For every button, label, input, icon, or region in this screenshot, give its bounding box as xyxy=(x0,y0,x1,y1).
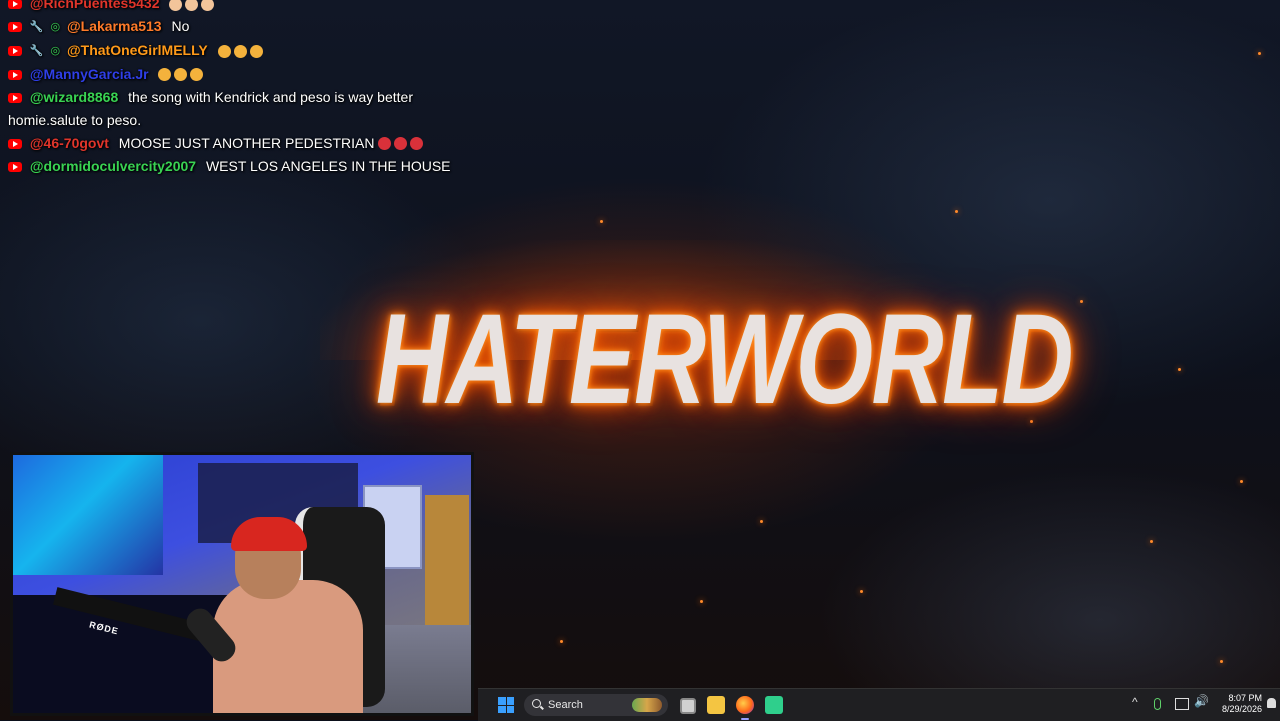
chat-text: MOOSE JUST ANOTHER PEDESTRIAN xyxy=(118,134,375,151)
chat-message: @wizard8868 the song with Kendrick and p… xyxy=(8,86,478,132)
taskbar-clock[interactable]: 8:07 PM 8/29/2026 xyxy=(1212,693,1262,715)
youtube-icon xyxy=(8,46,22,57)
graffiti-wall xyxy=(13,455,163,575)
chat-username: @MannyGarcia.Jr xyxy=(29,65,149,82)
chat-text: WEST LOS ANGELES IN THE HOUSE xyxy=(205,157,451,174)
chat-username: @Lakarma513 xyxy=(66,18,162,34)
emoji-icon xyxy=(233,44,247,58)
youtube-icon xyxy=(8,22,22,33)
emoji-icon xyxy=(190,68,204,82)
file-explorer-icon[interactable] xyxy=(707,696,725,714)
chat-message: 🔧 ◎ @Lakarma513 No xyxy=(8,15,478,39)
emoji-icon xyxy=(201,0,215,11)
emoji-icon xyxy=(174,68,188,82)
chevron-up-icon[interactable]: ^ xyxy=(1132,695,1138,709)
taskbar-search[interactable]: Search xyxy=(524,694,668,716)
emoji-icon xyxy=(378,137,392,151)
search-highlight-icon xyxy=(632,698,662,712)
notification-bell-icon[interactable] xyxy=(1267,698,1276,708)
chat-message: @RichPuentes5432 xyxy=(8,0,478,15)
chat-username: @46-70govt xyxy=(29,134,109,151)
wrench-icon: 🔧 xyxy=(29,44,44,57)
chat-username: @dormidoculvercity2007 xyxy=(29,157,197,174)
emoji-icon xyxy=(410,137,424,151)
wallpaper-title-art: HATERWORLD xyxy=(300,240,1074,450)
clock-date: 8/29/2026 xyxy=(1221,704,1262,714)
task-view-icon[interactable] xyxy=(680,698,696,714)
chat-message: @MannyGarcia.Jr xyxy=(8,63,478,86)
chat-message: 🔧 ◎ @ThatOneGirlMELLY xyxy=(8,39,478,63)
youtube-icon xyxy=(8,0,22,10)
taskbar: Search ^ 🔊 8:07 PM 8/29/2026 xyxy=(478,688,1280,721)
emoji-icon xyxy=(185,0,199,11)
chat-app-icon[interactable] xyxy=(765,696,783,714)
youtube-icon xyxy=(8,69,22,80)
live-chat-overlay: @RichPuentes5432 🔧 ◎ @Lakarma513 No 🔧 ◎ … xyxy=(8,0,478,178)
chat-message: @dormidoculvercity2007 WEST LOS ANGELES … xyxy=(8,155,478,178)
chat-username: @RichPuentes5432 xyxy=(29,0,160,11)
member-badge-icon: ◎ xyxy=(50,44,61,57)
youtube-icon xyxy=(8,161,22,172)
youtube-icon xyxy=(8,92,22,103)
emoji-icon xyxy=(394,137,408,151)
microphone-icon[interactable] xyxy=(1154,698,1161,710)
wallpaper-title: HATERWORLD xyxy=(375,288,1074,431)
chat-text: No xyxy=(171,18,190,34)
emoji-icon xyxy=(158,68,172,82)
emoji-icon xyxy=(169,0,183,11)
chat-username: @ThatOneGirlMELLY xyxy=(66,41,208,58)
volume-icon[interactable]: 🔊 xyxy=(1194,694,1209,708)
emoji-icon xyxy=(217,44,231,58)
youtube-icon xyxy=(8,138,22,149)
search-label: Search xyxy=(548,699,583,711)
firefox-icon[interactable] xyxy=(736,696,754,714)
door xyxy=(425,495,469,635)
chat-username: @wizard8868 xyxy=(29,88,119,105)
wrench-icon: 🔧 xyxy=(29,20,44,33)
search-icon xyxy=(532,699,541,708)
emoji-icon xyxy=(249,44,263,58)
member-badge-icon: ◎ xyxy=(50,20,61,33)
windows-start-icon[interactable] xyxy=(498,697,514,713)
webcam-overlay: RØDE xyxy=(10,452,474,716)
network-icon[interactable] xyxy=(1175,698,1189,710)
clock-time: 8:07 PM xyxy=(1228,693,1262,703)
chat-message: @46-70govt MOOSE JUST ANOTHER PEDESTRIAN xyxy=(8,132,478,155)
